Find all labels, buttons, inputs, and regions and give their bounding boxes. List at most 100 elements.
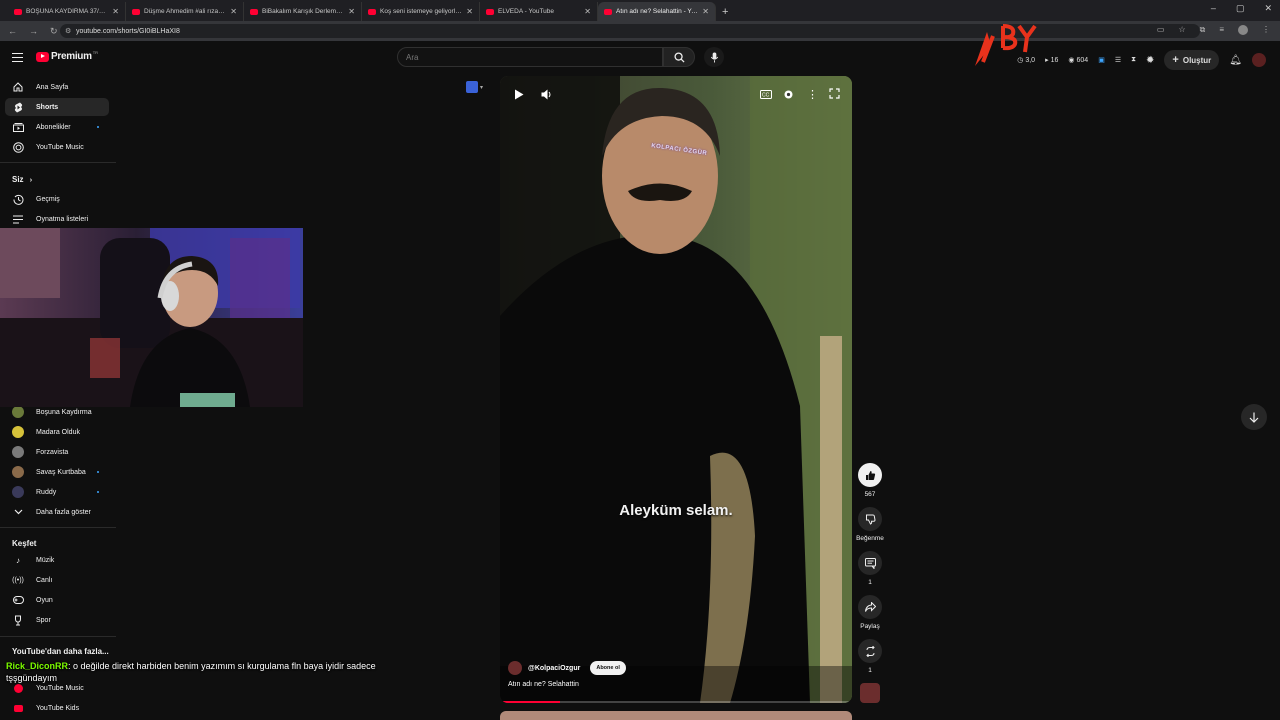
sidebar-item-history[interactable]: Geçmiş (5, 190, 109, 208)
volume-icon[interactable] (541, 89, 553, 103)
hourglass-icon[interactable]: ⧗ (1131, 56, 1136, 64)
webcam-scene (0, 228, 303, 407)
new-tab-button[interactable]: + (722, 6, 728, 18)
comments-button[interactable] (858, 551, 882, 575)
settings-icon[interactable] (783, 89, 794, 103)
next-short-preview[interactable] (500, 711, 852, 720)
bookmark-star-icon[interactable]: ☆ (1178, 25, 1185, 35)
like-action[interactable]: 567 (855, 463, 885, 498)
browser-tab-title: ELVEDA - YouTube (498, 8, 555, 15)
close-tab-icon[interactable]: ✕ (230, 7, 237, 16)
like-button[interactable] (858, 463, 882, 487)
sidebar-item-playlists[interactable]: Oynatma listeleri (5, 210, 109, 228)
sidebar-item-subscriptions[interactable]: Abonelikler (5, 118, 109, 136)
notifications-bell-icon[interactable]: 🔔︎ (1229, 55, 1242, 66)
settings-gear-icon[interactable]: ✹ (1146, 55, 1154, 66)
forward-icon[interactable]: → (29, 26, 38, 36)
close-tab-icon[interactable]: ✕ (702, 7, 709, 16)
site-info-icon[interactable]: ⚙ (65, 27, 71, 35)
remix-action[interactable]: 1 (855, 639, 885, 674)
browser-menu-icon[interactable]: ⋮ (1262, 25, 1270, 35)
sidebar-item-gaming[interactable]: Oyun (5, 591, 109, 609)
back-icon[interactable]: ← (8, 26, 17, 36)
browser-tab[interactable]: BiBakalım Karışık Derleme #83 ✕ (244, 2, 362, 21)
close-window-button[interactable]: ✕ (1264, 3, 1272, 14)
channel-name: Madara Olduk (36, 428, 80, 436)
browser-tab[interactable]: Atın adı ne? Selahattin - YouTub✕ (598, 2, 716, 21)
youtube-kids-icon (12, 702, 24, 714)
youtube-play-icon (36, 51, 49, 62)
youtube-favicon-icon (486, 8, 494, 15)
sidebar-item-live[interactable]: ((•)) Canlı (5, 571, 109, 589)
short-title[interactable]: Atın adı ne? Selahattin (508, 681, 579, 688)
browser-tab[interactable]: ELVEDA - YouTube ✕ (480, 2, 598, 21)
voice-search-button[interactable] (704, 47, 724, 67)
video-icon: ▸ (1045, 57, 1049, 64)
remix-count: 1 (868, 667, 872, 674)
close-tab-icon[interactable]: ✕ (348, 7, 355, 16)
browser-tab-strip: BOŞUNA KAYDIRMA 37/#BK37✕Düşme Ahmedim #… (0, 0, 1280, 21)
browser-tab[interactable]: BOŞUNA KAYDIRMA 37/#BK37 ✕ (8, 2, 126, 21)
shorts-video-player[interactable]: KOLPACI ÖZGÜR CC ⋮ Aleyküm selam. @Kolpa… (500, 76, 852, 703)
sidebar-item-sports[interactable]: Spor (5, 611, 109, 629)
close-tab-icon[interactable]: ✕ (584, 7, 591, 16)
sidebar-item-home[interactable]: Ana Sayfa (5, 78, 109, 96)
sidebar-channel[interactable]: Forzavista (5, 443, 109, 461)
microphone-icon (710, 51, 718, 63)
more-options-icon[interactable]: ⋮ (807, 88, 818, 101)
share-button[interactable] (858, 595, 882, 619)
sound-thumbnail[interactable] (860, 683, 880, 703)
close-tab-icon[interactable]: ✕ (466, 7, 473, 16)
next-short-button[interactable] (1241, 404, 1267, 430)
browser-tab[interactable]: Düşme Ahmedim #ali rıza #nen ✕ (126, 2, 244, 21)
tab-search-icon[interactable]: ≡ (1219, 25, 1224, 35)
captions-icon[interactable]: CC (760, 90, 772, 102)
translate-icon[interactable]: ▣ (1098, 56, 1105, 64)
reload-icon[interactable]: ↻ (50, 26, 58, 37)
sidebar-item-youtube-music[interactable]: YouTube Music (5, 138, 109, 156)
minimize-button[interactable]: – (1211, 3, 1216, 14)
fullscreen-icon[interactable] (829, 88, 840, 102)
brand-text: Premium (51, 51, 92, 62)
arrow-down-icon (1249, 412, 1259, 423)
play-icon[interactable] (514, 89, 524, 103)
sidebar-section-more: YouTube'dan daha fazla... (12, 647, 109, 656)
dislike-button[interactable] (858, 507, 882, 531)
channel-avatar (12, 446, 24, 458)
video-progress-bar[interactable] (500, 701, 852, 703)
comment-action[interactable]: 1 (855, 551, 885, 586)
channel-name: Ruddy (36, 488, 57, 496)
browser-tab-title: BOŞUNA KAYDIRMA 37/#BK37 (26, 8, 108, 15)
sidebar-channel[interactable]: Madara Olduk (5, 423, 109, 441)
create-button[interactable]: + Oluştur (1164, 50, 1220, 70)
sidebar-item-music[interactable]: ♪ Müzik (5, 551, 109, 569)
sound-action[interactable] (855, 683, 885, 703)
remix-button[interactable] (858, 639, 882, 663)
channel-avatar (12, 466, 24, 478)
sidebar-channel[interactable]: Ruddy (5, 483, 109, 501)
share-action[interactable]: Paylaş (855, 595, 885, 630)
list-icon[interactable]: ☰ (1115, 56, 1121, 64)
close-tab-icon[interactable]: ✕ (112, 7, 119, 16)
browser-tab[interactable]: Koş seni istemeye geliyorlarmış ✕ (362, 2, 480, 21)
search-button[interactable] (663, 47, 695, 67)
account-avatar[interactable] (1252, 53, 1266, 67)
channel-avatar[interactable] (508, 661, 522, 675)
sidebar-item-yt-kids[interactable]: YouTube Kids (5, 699, 109, 717)
sidebar-show-more[interactable]: Daha fazla göster (5, 503, 109, 521)
quality-badge[interactable]: ▾ (466, 81, 483, 93)
hamburger-menu-icon[interactable] (12, 53, 23, 62)
profile-avatar[interactable] (1238, 25, 1248, 35)
youtube-logo[interactable]: Premium TR (36, 50, 98, 62)
comment-icon (864, 557, 876, 569)
extensions-icon[interactable]: ⧉ (1200, 25, 1206, 35)
sidebar-item-shorts[interactable]: Shorts (5, 98, 109, 116)
sidebar-channel[interactable]: Savaş Kurtbaba (5, 463, 109, 481)
maximize-button[interactable]: ▢ (1236, 3, 1245, 14)
sidebar-section-you[interactable]: Siz › (12, 175, 32, 184)
subscribe-button[interactable]: Abone ol (590, 661, 626, 675)
search-input[interactable]: Ara (397, 47, 663, 67)
dislike-action[interactable]: Beğenme (855, 507, 885, 542)
channel-name[interactable]: @KolpaciOzgur (528, 665, 580, 672)
cast-icon[interactable]: ▭ (1157, 25, 1165, 35)
